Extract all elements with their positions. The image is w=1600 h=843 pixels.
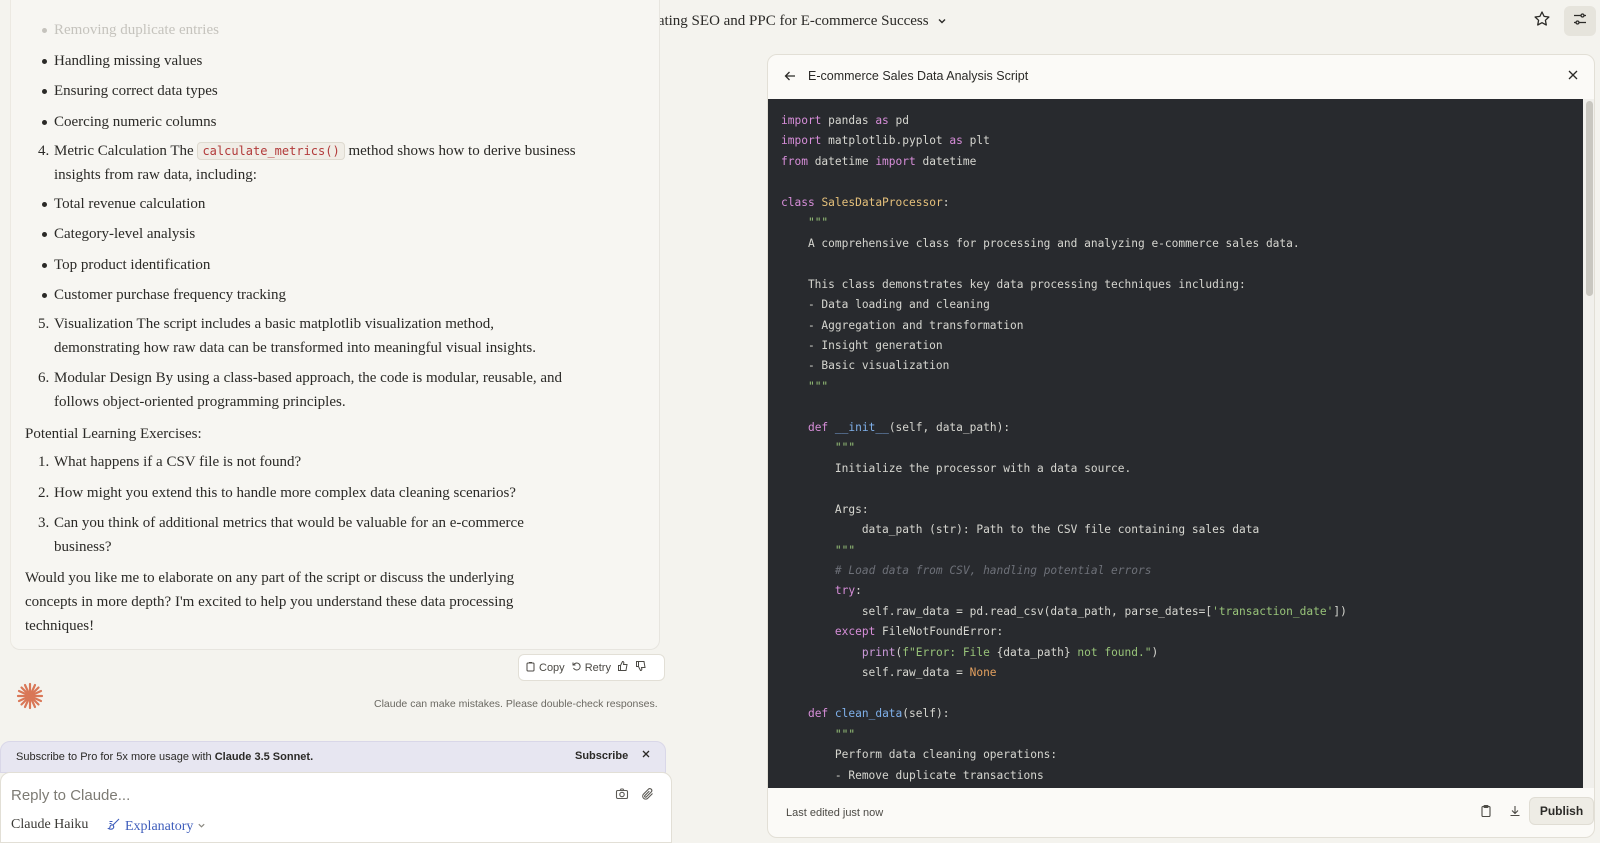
disclaimer-text: Claude can make mistakes. Please double-… <box>374 698 658 710</box>
style-selector[interactable]: Explanatory <box>107 817 206 836</box>
subscribe-message: Subscribe to Pro for 5x more usage with … <box>16 751 313 763</box>
last-edited-status: Last edited just now <box>786 807 884 819</box>
list-number: 3. <box>38 515 50 531</box>
subscribe-banner: Subscribe to Pro for 5x more usage with … <box>0 741 666 773</box>
list-number: 1. <box>38 454 50 470</box>
back-button[interactable] <box>783 69 797 86</box>
artifact-title: E-commerce Sales Data Analysis Script <box>808 69 1029 83</box>
thumbs-up-icon <box>617 660 629 675</box>
conversation-title: Integrating SEO and PPC for E-commerce S… <box>622 12 929 29</box>
thumbs-down-button[interactable] <box>635 660 647 675</box>
item-text: What happens if a CSV file is not found? <box>54 454 302 470</box>
model-selector[interactable]: Claude Haiku <box>11 817 88 833</box>
closing-paragraph-line: concepts in more depth? I'm excited to h… <box>25 594 514 610</box>
list-item: Category-level analysis <box>25 222 195 246</box>
paperclip-icon <box>641 788 655 805</box>
retry-icon <box>571 661 582 675</box>
code-viewer[interactable]: import pandas as pd import matplotlib.py… <box>768 99 1583 788</box>
numbered-item: 2. How might you extend this to handle m… <box>25 481 516 505</box>
item-continuation: business? <box>54 539 112 555</box>
list-number: 2. <box>38 485 50 501</box>
settings-button[interactable] <box>1564 6 1596 36</box>
subscribe-message-text: Subscribe to Pro for 5x more usage with <box>16 751 212 763</box>
clipboard-icon <box>1479 804 1493 821</box>
claude-logo <box>15 681 45 716</box>
copy-artifact-button[interactable] <box>1479 804 1493 821</box>
close-icon <box>1567 70 1579 84</box>
dismiss-banner-button[interactable] <box>641 749 651 762</box>
chevron-down-icon <box>937 16 947 26</box>
style-label: Explanatory <box>125 818 194 834</box>
retry-button[interactable]: Retry <box>571 661 611 675</box>
chevron-down-icon <box>197 819 206 835</box>
item-text: Visualization The script includes a basi… <box>54 316 494 332</box>
retry-label: Retry <box>584 661 611 674</box>
list-item: Coercing numeric columns <box>25 110 216 134</box>
numbered-item: 6. Modular Design By using a class-based… <box>25 366 562 390</box>
download-icon <box>1508 806 1522 821</box>
screenshot-button[interactable] <box>615 787 629 806</box>
code-scrollbar-thumb[interactable] <box>1586 101 1593 296</box>
copy-button[interactable]: Copy <box>525 661 565 675</box>
section-heading: Potential Learning Exercises: <box>25 426 202 442</box>
reply-composer: Reply to Claude... Claude Haiku Explanat… <box>0 772 672 843</box>
subscribe-button[interactable]: Subscribe <box>575 750 628 762</box>
list-item: Top product identification <box>25 253 210 277</box>
item-text: How might you extend this to handle more… <box>54 485 516 501</box>
camera-icon <box>615 788 629 805</box>
artifact-header: E-commerce Sales Data Analysis Script <box>768 55 1594 99</box>
star-button[interactable] <box>1526 6 1558 36</box>
download-button[interactable] <box>1508 804 1522 821</box>
thumbs-down-icon <box>635 660 647 675</box>
item-continuation: follows object-oriented programming prin… <box>54 394 346 410</box>
message-actions: Copy Retry <box>518 654 665 681</box>
sliders-icon <box>1572 11 1588 32</box>
numbered-item: 1. What happens if a CSV file is not fou… <box>25 450 301 474</box>
code-content: import pandas as pd import matplotlib.py… <box>781 114 1347 782</box>
copy-icon <box>525 661 536 675</box>
subscribe-model-name: Claude 3.5 Sonnet. <box>214 751 314 763</box>
publish-button[interactable]: Publish <box>1529 797 1594 825</box>
closing-paragraph-line: Would you like me to elaborate on any pa… <box>25 570 515 586</box>
list-item: Total revenue calculation <box>25 192 205 216</box>
inline-code: calculate_metrics() <box>197 142 345 160</box>
list-item: Customer purchase frequency tracking <box>25 283 286 307</box>
numbered-item: 4. Metric Calculation The calculate_metr… <box>25 139 576 163</box>
artifact-footer: Last edited just now Publish <box>768 788 1594 837</box>
list-item: Ensuring correct data types <box>25 79 218 103</box>
brush-icon <box>107 817 121 836</box>
item-text: Can you think of additional metrics that… <box>54 515 524 531</box>
reply-input[interactable]: Reply to Claude... <box>11 787 130 804</box>
numbered-item: 3. Can you think of additional metrics t… <box>25 511 524 535</box>
list-number: 4. <box>38 143 50 159</box>
list-item: Removing duplicate entries <box>25 18 219 42</box>
close-artifact-button[interactable] <box>1567 69 1579 84</box>
list-number: 6. <box>38 370 50 386</box>
item-continuation: demonstrating how raw data can be transf… <box>54 340 536 356</box>
numbered-item: 5. Visualization The script includes a b… <box>25 312 494 336</box>
artifact-panel: E-commerce Sales Data Analysis Script im… <box>767 54 1595 838</box>
item-text: Metric Calculation The <box>54 143 194 159</box>
closing-paragraph-line: techniques! <box>25 618 95 634</box>
item-continuation: insights from raw data, including: <box>54 167 257 183</box>
attach-button[interactable] <box>641 787 655 806</box>
list-item: Handling missing values <box>25 49 202 73</box>
list-number: 5. <box>38 316 50 332</box>
item-text: method shows how to derive business <box>348 143 576 159</box>
item-text: Modular Design By using a class-based ap… <box>54 370 563 386</box>
star-icon <box>1533 10 1551 33</box>
copy-label: Copy <box>539 661 565 674</box>
back-arrow-icon <box>783 71 797 86</box>
assistant-message: Removing duplicate entries Handling miss… <box>10 0 660 650</box>
thumbs-up-button[interactable] <box>617 660 629 675</box>
close-icon <box>641 750 651 762</box>
